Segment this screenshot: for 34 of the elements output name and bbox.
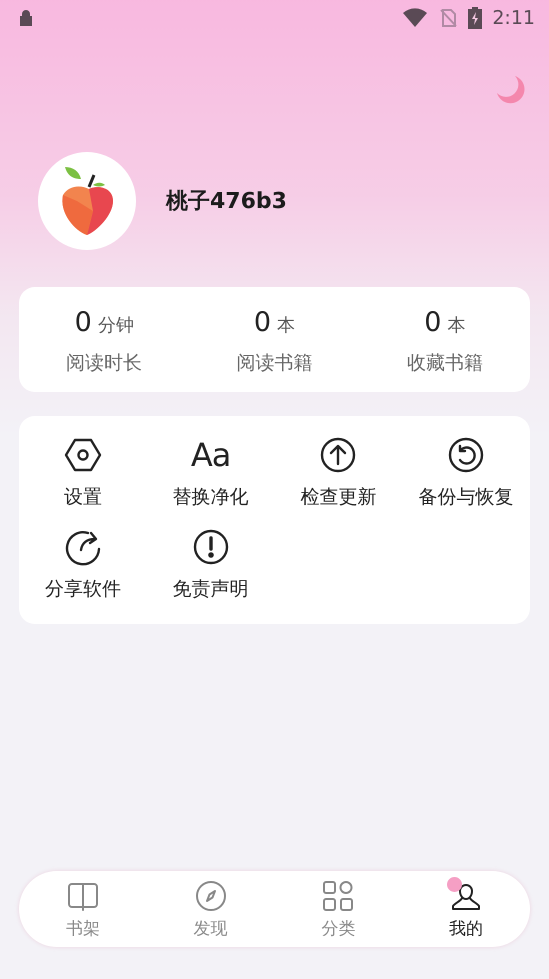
stat-unit: 本 [277, 314, 296, 337]
menu-item[interactable]: Aa 替换净化 [146, 436, 274, 510]
stat-value: 0 [254, 307, 272, 338]
stat-value: 0 [424, 307, 442, 338]
exclamation-circle-icon [192, 528, 230, 566]
menu-item[interactable]: 分享软件 [19, 528, 147, 602]
stat-unit: 本 [447, 314, 466, 337]
stat-label: 收藏书籍 [406, 351, 483, 376]
refresh-icon [447, 436, 486, 474]
compass-icon [194, 878, 228, 912]
menu-item[interactable]: 备份与恢复 [402, 436, 530, 510]
font-glyph: Aa [190, 436, 230, 474]
user-name: 桃子476b3 [166, 188, 287, 216]
menu-item[interactable]: 设置 [19, 436, 147, 510]
nav-tab[interactable]: 书架 [19, 871, 147, 947]
menu-item[interactable]: 免责声明 [146, 528, 274, 602]
menu-item[interactable]: 检查更新 [274, 436, 402, 510]
nav-tab[interactable]: 发现 [146, 871, 274, 947]
active-dot [447, 876, 462, 892]
no-sim-icon [438, 8, 458, 28]
stat-unit: 分钟 [98, 314, 134, 337]
nav-tab[interactable]: 我的 [402, 871, 530, 947]
up-arrow-circle-icon [319, 436, 358, 474]
lock-icon [18, 9, 34, 27]
status-time: 2:11 [492, 7, 535, 29]
settings-icon [64, 436, 102, 474]
stat-label: 阅读书籍 [236, 351, 312, 376]
stat-label: 阅读时长 [66, 351, 142, 376]
share-icon [64, 528, 102, 566]
wifi-icon [402, 8, 428, 28]
battery-charging-icon [468, 7, 482, 29]
nav-tab[interactable]: 分类 [274, 871, 402, 947]
stat-value: 0 [74, 307, 92, 338]
grid-icon [321, 878, 356, 912]
